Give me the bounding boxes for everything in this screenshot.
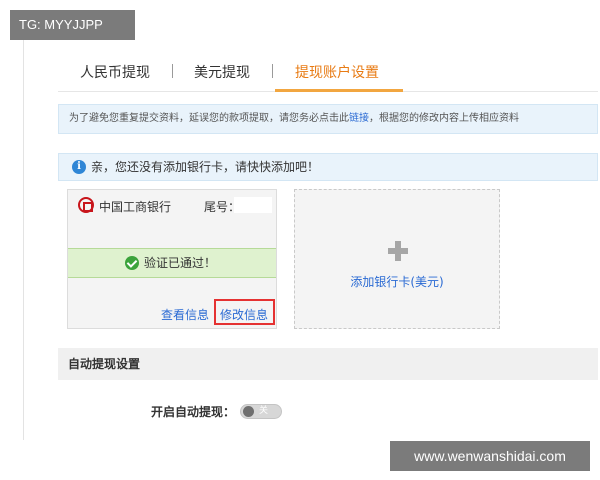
verification-status-text: 验证已通过！ bbox=[144, 256, 217, 270]
no-card-tip: i 亲，您还没有添加银行卡，请快快添加吧！ bbox=[58, 153, 598, 181]
edit-info-highlight-box bbox=[214, 299, 275, 325]
toggle-state-text: 关 bbox=[259, 406, 269, 416]
add-bank-card-button[interactable]: 添加银行卡(美元) bbox=[294, 189, 500, 329]
notice-text-after: ，根据您的修改内容上传相应资料 bbox=[369, 113, 519, 124]
tab-usd-withdraw[interactable]: 美元提现 bbox=[194, 62, 250, 82]
tab-account-settings[interactable]: 提现账户设置 bbox=[295, 62, 379, 82]
tab-separator bbox=[172, 64, 173, 78]
auto-withdraw-toggle[interactable]: 关 bbox=[240, 404, 282, 419]
bank-card-header: 中国工商银行 尾号： bbox=[68, 190, 276, 222]
bank-name: 中国工商银行 bbox=[99, 200, 172, 214]
icbc-logo-icon bbox=[78, 197, 94, 213]
watermark-top-left: TG: MYYJJPP bbox=[10, 10, 135, 40]
auto-withdraw-label: 开启自动提现： bbox=[151, 405, 236, 419]
verification-status: 验证已通过！ bbox=[68, 248, 276, 278]
active-tab-indicator bbox=[275, 89, 403, 92]
add-bank-card-label: 添加银行卡(美元) bbox=[350, 275, 444, 289]
view-info-link[interactable]: 查看信息 bbox=[161, 306, 209, 323]
tab-rmb-withdraw[interactable]: 人民币提现 bbox=[80, 62, 150, 82]
tab-separator bbox=[272, 64, 273, 78]
resubmit-notice: 为了避免您重复提交资料，延误您的款项提取，请您务必点击此链接，根据您的修改内容上… bbox=[58, 104, 598, 134]
tip-text: 亲，您还没有添加银行卡，请快快添加吧！ bbox=[91, 160, 320, 174]
left-divider bbox=[23, 38, 24, 440]
watermark-bottom-right: www.wenwanshidai.com bbox=[390, 441, 590, 471]
bank-card: 中国工商银行 尾号： 验证已通过！ 查看信息 修改信息 bbox=[67, 189, 277, 329]
notice-text-before: 为了避免您重复提交资料，延误您的款项提取，请您务必点击此 bbox=[69, 113, 349, 124]
auto-withdraw-section-title: 自动提现设置 bbox=[58, 348, 598, 380]
card-tail-number-mask bbox=[234, 197, 272, 213]
plus-icon bbox=[388, 241, 408, 261]
tab-bar: 人民币提现 美元提现 提现账户设置 bbox=[58, 52, 598, 92]
info-icon: i bbox=[72, 160, 86, 174]
notice-link[interactable]: 链接 bbox=[349, 113, 369, 124]
check-circle-icon bbox=[125, 256, 139, 270]
toggle-knob bbox=[243, 406, 254, 417]
